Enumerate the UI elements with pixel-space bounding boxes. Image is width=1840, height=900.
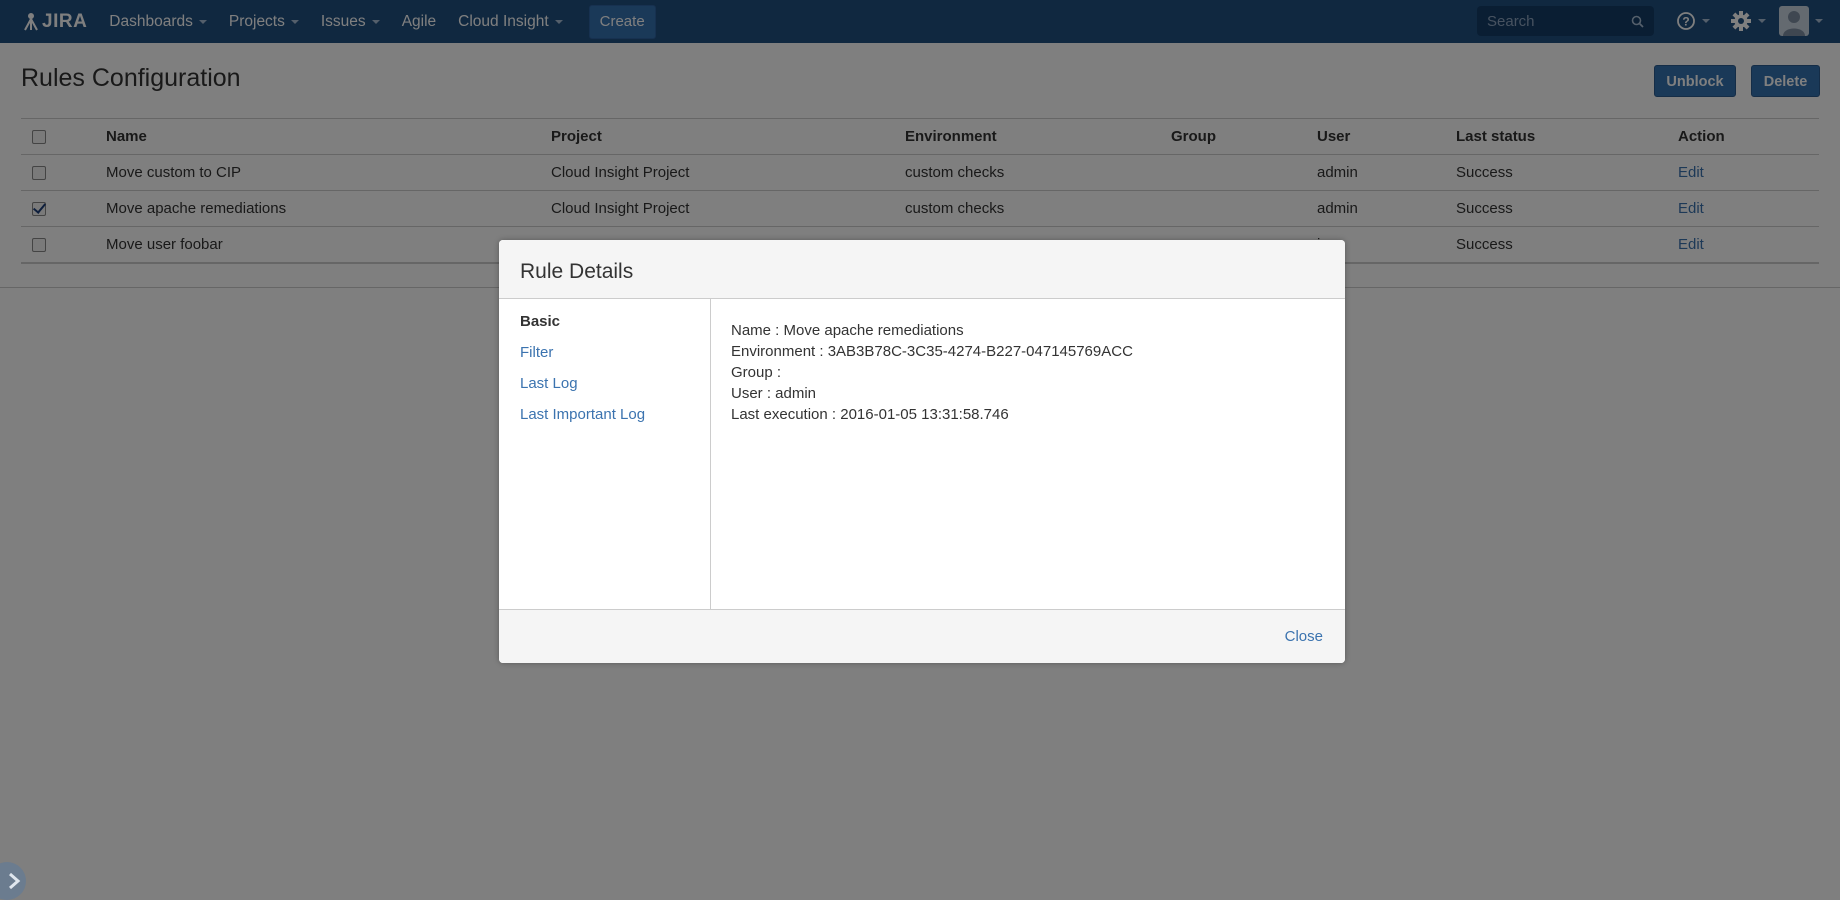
detail-user: User : admin bbox=[731, 385, 817, 402]
dialog-nav-basic[interactable]: Basic bbox=[520, 313, 560, 330]
detail-last-execution: Last execution : 2016-01-05 13:31:58.746 bbox=[731, 406, 1009, 423]
dialog-nav-last-important-log[interactable]: Last Important Log bbox=[520, 406, 645, 423]
detail-name: Name : Move apache remediations bbox=[731, 322, 964, 339]
dialog-nav-filter[interactable]: Filter bbox=[520, 344, 553, 361]
chevron-right-icon bbox=[9, 872, 21, 890]
close-button[interactable]: Close bbox=[1285, 628, 1323, 645]
rule-details-dialog: Rule Details Basic Filter Last Log Last … bbox=[499, 240, 1345, 663]
dialog-nav-last-log[interactable]: Last Log bbox=[520, 375, 578, 392]
rule-details-content: Name : Move apache remediations Environm… bbox=[731, 320, 1133, 425]
dialog-nav: Basic Filter Last Log Last Important Log bbox=[499, 299, 711, 609]
dialog-footer: Close bbox=[499, 609, 1345, 663]
detail-group: Group : bbox=[731, 364, 782, 381]
dialog-title: Rule Details bbox=[520, 260, 634, 283]
detail-environment: Environment : 3AB3B78C-3C35-4274-B227-04… bbox=[731, 343, 1133, 360]
